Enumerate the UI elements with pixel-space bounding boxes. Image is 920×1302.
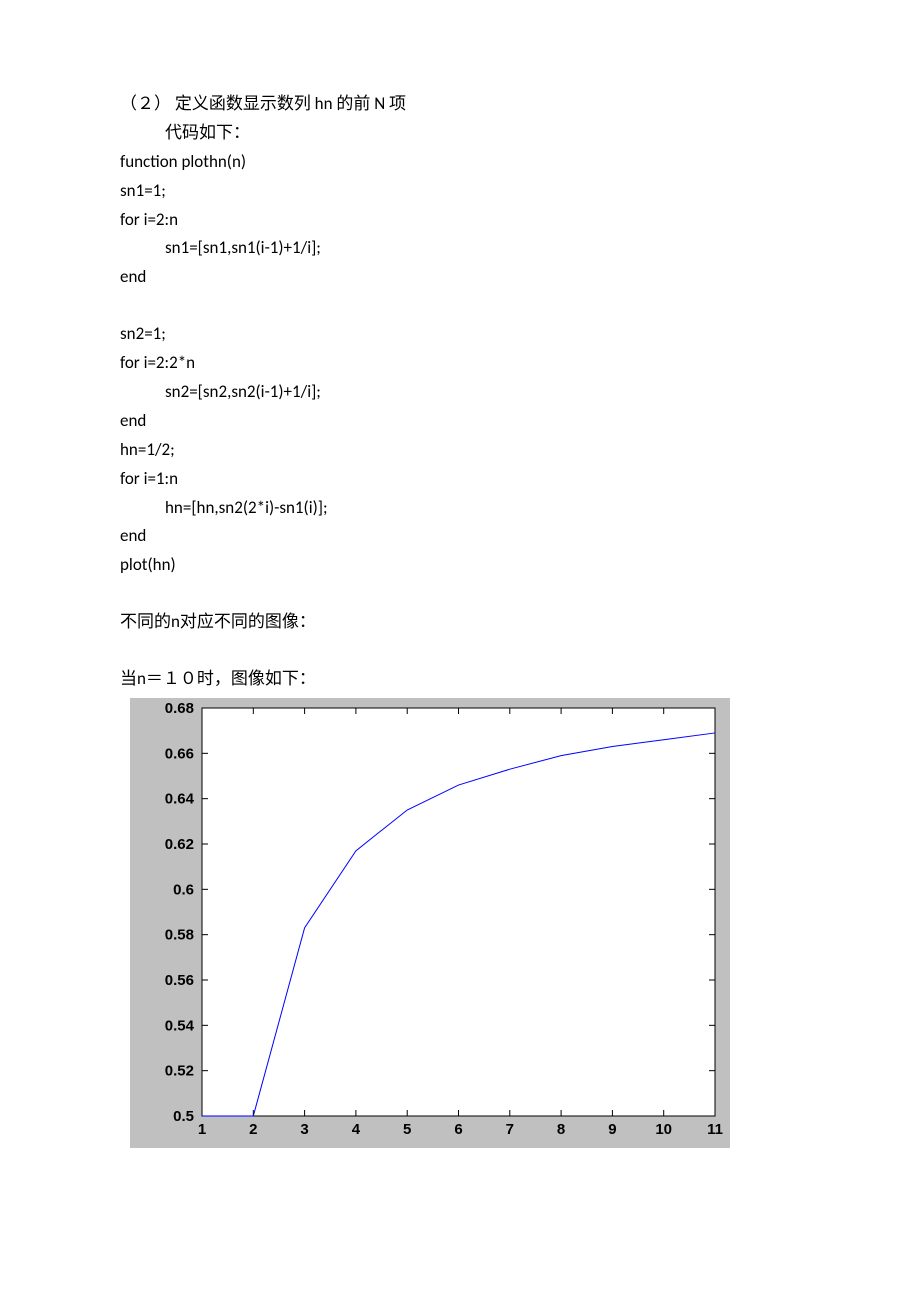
svg-text:3: 3 [300, 1121, 308, 1138]
svg-text:0.56: 0.56 [165, 972, 194, 989]
body-text: 当n＝１０时，图像如下： [120, 665, 800, 694]
svg-text:11: 11 [707, 1121, 723, 1138]
svg-text:0.62: 0.62 [165, 836, 194, 853]
code-line: for i=1:n [120, 465, 800, 494]
svg-text:8: 8 [557, 1121, 565, 1138]
svg-text:0.52: 0.52 [165, 1063, 194, 1080]
code-line: sn2=1; [120, 320, 800, 349]
code-line: for i=2:2*n [120, 349, 800, 378]
code-line: for i=2:n [120, 206, 800, 235]
section-heading: （２） 定义函数显示数列 hn 的前 N 项 [120, 90, 800, 119]
svg-text:0.6: 0.6 [173, 881, 194, 898]
code-line: hn=[hn,sn2(2*i)-sn1(i)]; [120, 494, 800, 523]
code-line: function plothn(n) [120, 148, 800, 177]
chart-figure: 1 2 3 4 5 6 7 8 9 10 11 0.5 0.52 0.54 0.56 0.58 0.6 0.62 0… [130, 698, 800, 1148]
line-chart: 1 2 3 4 5 6 7 8 9 10 11 0.5 0.52 0.54 0.56 0.58 0.6 0.62 0… [130, 698, 730, 1148]
svg-text:6: 6 [454, 1121, 462, 1138]
svg-text:9: 9 [608, 1121, 616, 1138]
svg-text:1: 1 [198, 1121, 206, 1138]
svg-text:0.58: 0.58 [165, 927, 194, 944]
svg-text:0.5: 0.5 [173, 1108, 194, 1125]
code-line: end [120, 522, 800, 551]
code-line: end [120, 263, 800, 292]
svg-text:10: 10 [655, 1121, 672, 1138]
code-line: hn=1/2; [120, 436, 800, 465]
code-line: sn2=[sn2,sn2(i-1)+1/i]; [120, 378, 800, 407]
svg-text:4: 4 [352, 1121, 361, 1138]
body-text: 不同的n对应不同的图像： [120, 608, 800, 637]
svg-text:0.68: 0.68 [165, 700, 194, 717]
code-line: sn1=1; [120, 177, 800, 206]
svg-text:0.64: 0.64 [165, 791, 195, 808]
code-line: sn1=[sn1,sn1(i-1)+1/i]; [120, 234, 800, 263]
svg-text:5: 5 [403, 1121, 411, 1138]
svg-text:0.54: 0.54 [165, 1017, 195, 1034]
svg-text:2: 2 [249, 1121, 257, 1138]
code-subhead: 代码如下： [120, 119, 800, 148]
svg-text:0.66: 0.66 [165, 745, 194, 762]
svg-text:7: 7 [506, 1121, 514, 1138]
code-line: plot(hn) [120, 551, 800, 580]
code-line: end [120, 407, 800, 436]
